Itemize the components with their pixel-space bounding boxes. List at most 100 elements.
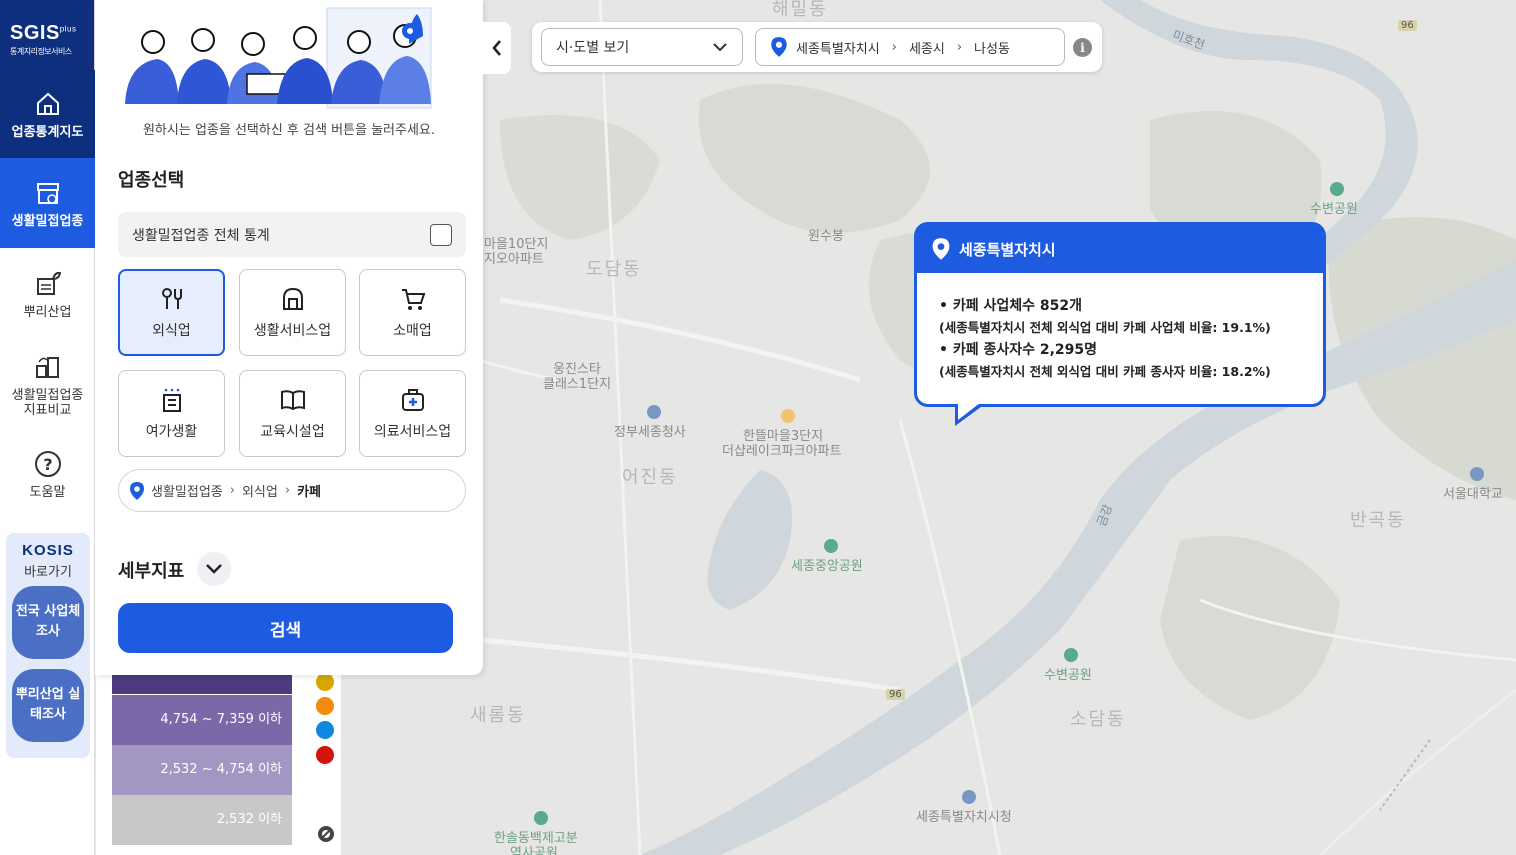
route-shield: 96 [1398, 20, 1417, 31]
sidebar-item-label: 도움말 [29, 484, 66, 500]
category-living-service[interactable]: 생활서비스업 [239, 269, 346, 356]
category-retail[interactable]: 소매업 [359, 269, 466, 356]
sidebar-item-industry-map[interactable]: 업종통계지도 [0, 70, 95, 158]
detail-toggle-button[interactable] [197, 552, 231, 586]
legend-dot[interactable] [316, 721, 334, 739]
kosis-root-survey-button[interactable]: 뿌리산업 실태조사 [12, 669, 84, 742]
legend-settings-icon[interactable] [317, 825, 335, 843]
category-label: 생활서비스업 [253, 322, 332, 339]
map-label-area: 어진동 [622, 467, 678, 488]
kosis-box: KOSIS 바로가기 전국 사업체조사 뿌리산업 실태조사 [6, 533, 90, 758]
category-education[interactable]: 교육시설업 [239, 370, 346, 457]
region-sigungu[interactable]: 세종시 [909, 38, 945, 57]
popup-employee-count: • 카페 종사자수 2,295명 [939, 342, 1098, 358]
region-toolbar: 시·도별 보기 세종특별자치시 › 세종시 › 나성동 i [532, 22, 1102, 72]
region-dong[interactable]: 나성동 [974, 38, 1010, 57]
chevron-left-icon [492, 40, 501, 56]
sidebar-item-help[interactable]: ? 도움말 [0, 430, 95, 518]
plant-icon [36, 271, 61, 295]
sidebar-item-living[interactable]: 생활밀접업종 [0, 158, 95, 248]
legend-bar: 4,754 ~ 7,359 이하 [112, 695, 292, 745]
popup-business-count: • 카페 사업체수 852개 [939, 298, 1082, 314]
popup-business-ratio: (세종특별자치시 전체 외식업 대비 카페 사업체 비율: 19.1%) [939, 320, 1271, 335]
chevron-down-icon [713, 43, 727, 52]
breadcrumb-item[interactable]: 생활밀접업종 [151, 481, 223, 500]
map-label-peak: 원수봉 [808, 229, 844, 244]
compare-icon [35, 357, 59, 378]
all-stat-checkbox[interactable] [430, 223, 452, 246]
region-sido[interactable]: 세종특별자치시 [796, 38, 880, 57]
section-title-industry: 업종선택 [118, 170, 185, 191]
gov-poi-icon [647, 405, 661, 419]
book-icon [280, 389, 305, 410]
park-poi-icon [1064, 648, 1078, 662]
svg-text:?: ? [43, 455, 52, 474]
category-label: 여가생활 [145, 423, 198, 440]
panel-collapse-button[interactable] [483, 22, 511, 74]
logo[interactable]: SGISplus 통계지리정보서비스 [0, 0, 94, 70]
logo-brand: SGIS [10, 22, 60, 44]
sidebar: SGISplus 통계지리정보서비스 업종통계지도 생활밀접업종 뿌리산업 생활… [0, 0, 95, 855]
view-level-select[interactable]: 시·도별 보기 [541, 28, 743, 66]
category-label: 외식업 [152, 322, 191, 339]
region-stat-popup: 세종특별자치시 • 카페 사업체수 852개 (세종특별자치시 전체 외식업 대… [914, 222, 1326, 426]
view-level-value: 시·도별 보기 [556, 40, 630, 56]
map-label-apt: 클래스1단지 [543, 377, 612, 392]
section-title-detail: 세부지표 [118, 561, 185, 582]
map-label-apt: 지오아파트 [484, 252, 544, 267]
map-label-park: 한솔동백제고분 [494, 831, 578, 846]
park-poi-icon [1330, 182, 1344, 196]
sidebar-item-root-industry[interactable]: 뿌리산업 [0, 248, 95, 340]
sidebar-item-label: 생활밀접업종 [11, 213, 84, 229]
category-leisure[interactable]: 여가생활 [118, 370, 225, 457]
category-medical[interactable]: 의료서비스업 [359, 370, 466, 457]
home-icon [36, 92, 59, 115]
all-stat-row[interactable]: 생활밀접업종 전체 통계 [118, 212, 466, 257]
kosis-btn-label: 전국 사업체조사 [15, 604, 81, 639]
category-label: 소매업 [393, 322, 432, 339]
chevron-right-icon: › [956, 39, 963, 55]
map-label-apt: 더샵레이크파크아파트 [722, 444, 842, 459]
breadcrumb-item[interactable]: 외식업 [242, 481, 278, 500]
kosis-btn-label: 뿌리산업 실태조사 [15, 687, 81, 722]
legend-dot[interactable] [316, 673, 334, 691]
kosis-title: KOSIS [22, 542, 74, 559]
search-button[interactable]: 검색 [118, 603, 453, 653]
chevron-down-icon [206, 564, 222, 574]
map-label-area: 도담동 [586, 259, 642, 280]
kosis-sub: 바로가기 [24, 565, 72, 580]
popup-tail-inner [958, 403, 980, 420]
location-pin-icon [771, 37, 787, 57]
cart-icon [401, 288, 425, 310]
map-label-park: 수변공원 [1044, 668, 1092, 683]
legend-dot[interactable] [316, 697, 334, 715]
kosis-business-survey-button[interactable]: 전국 사업체조사 [12, 586, 84, 659]
region-breadcrumb[interactable]: 세종특별자치시 › 세종시 › 나성동 [755, 28, 1065, 66]
map-label-poi: 서울대학교 [1443, 487, 1503, 502]
cityhall-poi-icon [962, 790, 976, 804]
legend-dot[interactable] [316, 746, 334, 764]
popup-header: 세종특별자치시 [917, 225, 1323, 273]
map-label-poi: 세종특별자치시청 [916, 810, 1012, 825]
utensils-icon [161, 287, 182, 309]
map-label-poi: 정부세종청사 [614, 425, 686, 440]
category-food[interactable]: 외식업 [118, 269, 225, 356]
location-pin-icon [932, 238, 950, 260]
sidebar-item-label: 생활밀접업종 지표비교 [11, 388, 84, 418]
map-label-apt: 한뜰마을3단지 [743, 429, 824, 444]
map-legend: 4,754 ~ 7,359 이하 2,532 ~ 4,754 이하 2,532 … [96, 668, 341, 855]
building-icon [162, 388, 181, 412]
info-icon[interactable]: i [1073, 38, 1092, 57]
category-label: 교육시설업 [260, 423, 325, 440]
workers-illustration [125, 7, 432, 109]
apartment-poi-icon [781, 409, 795, 423]
sidebar-item-compare[interactable]: 생활밀접업종 지표비교 [0, 340, 95, 430]
popup-title: 세종특별자치시 [959, 240, 1056, 259]
chevron-right-icon: › [229, 483, 235, 498]
popup-body: • 카페 사업체수 852개 (세종특별자치시 전체 외식업 대비 카페 사업체… [917, 273, 1323, 383]
store-icon [36, 182, 59, 204]
map-label-area: 소담동 [1070, 709, 1126, 730]
guide-text: 원하시는 업종을 선택하신 후 검색 버튼을 눌러주세요. [142, 123, 436, 138]
logo-sub: 통계지리정보서비스 [10, 47, 72, 56]
breadcrumb-item-current: 카페 [297, 485, 321, 500]
